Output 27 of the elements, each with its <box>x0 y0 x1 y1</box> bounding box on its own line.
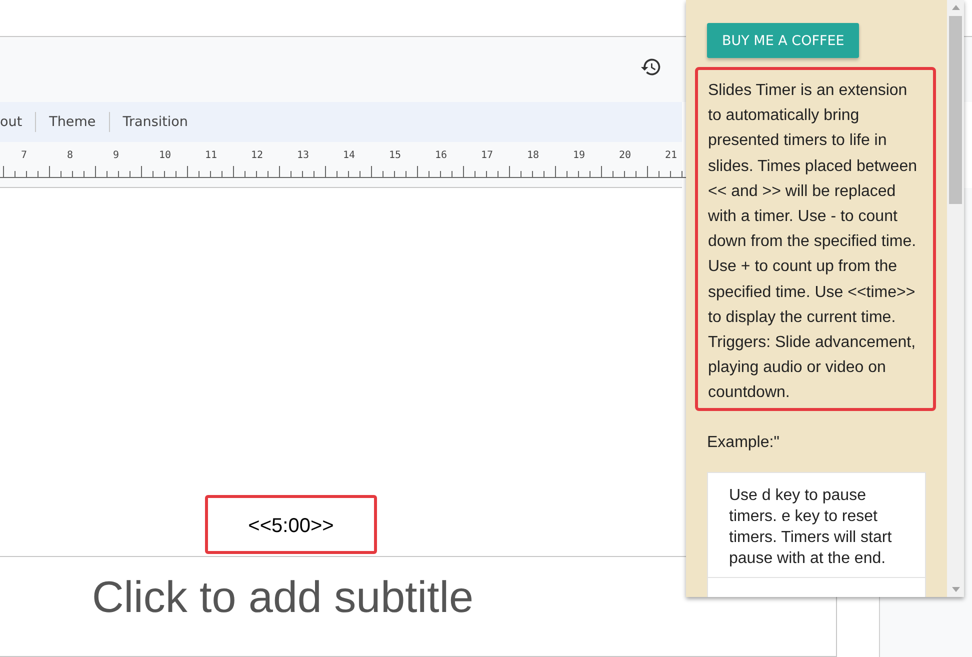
timer-text: <<5:00>> <box>248 515 334 538</box>
ruler-number: 9 <box>113 151 120 161</box>
ruler-number: 16 <box>435 151 448 161</box>
ruler-number: 8 <box>67 151 74 161</box>
example-text: Use d key to pause timers. e key to reset timers. Timers will start pause with at the end. <box>729 486 892 567</box>
ruler-number: 17 <box>481 151 494 161</box>
example-label: Example:" <box>707 432 780 453</box>
description-text: Slides Timer is an extension to automatically bring presented timers to life in slides. Times placed between << and >> will be replaced with a timer. Use - to count down from the specified time. Use + to count up from the specified time. Use <<time>> to display the current time. <box>708 81 918 328</box>
ruler-number: 14 <box>343 151 356 161</box>
ruler-number: 21 <box>665 151 678 161</box>
ruler-number: 15 <box>389 151 402 161</box>
menu-item[interactable]: Transition <box>110 114 201 130</box>
ruler-number: 20 <box>619 151 632 161</box>
ruler-number: 11 <box>205 151 218 161</box>
menu-item[interactable]: Theme <box>36 114 109 130</box>
ruler-number: 7 <box>21 151 28 161</box>
scrollbar[interactable] <box>947 0 964 597</box>
subtitle-box[interactable]: Click to add subtitle <box>0 556 686 657</box>
ruler-number: 12 <box>251 151 264 161</box>
subtitle-placeholder: Click to add subtitle <box>92 573 474 622</box>
ruler-number: 13 <box>297 151 310 161</box>
triggers-text: Triggers: Slide advancement, playing audio or video on countdown. <box>708 333 917 404</box>
history-icon[interactable] <box>640 56 662 78</box>
ruler-number: 10 <box>159 151 172 161</box>
ruler-number: 19 <box>573 151 586 161</box>
menu-item[interactable]: out <box>0 114 36 130</box>
ruler-number: 18 <box>527 151 540 161</box>
